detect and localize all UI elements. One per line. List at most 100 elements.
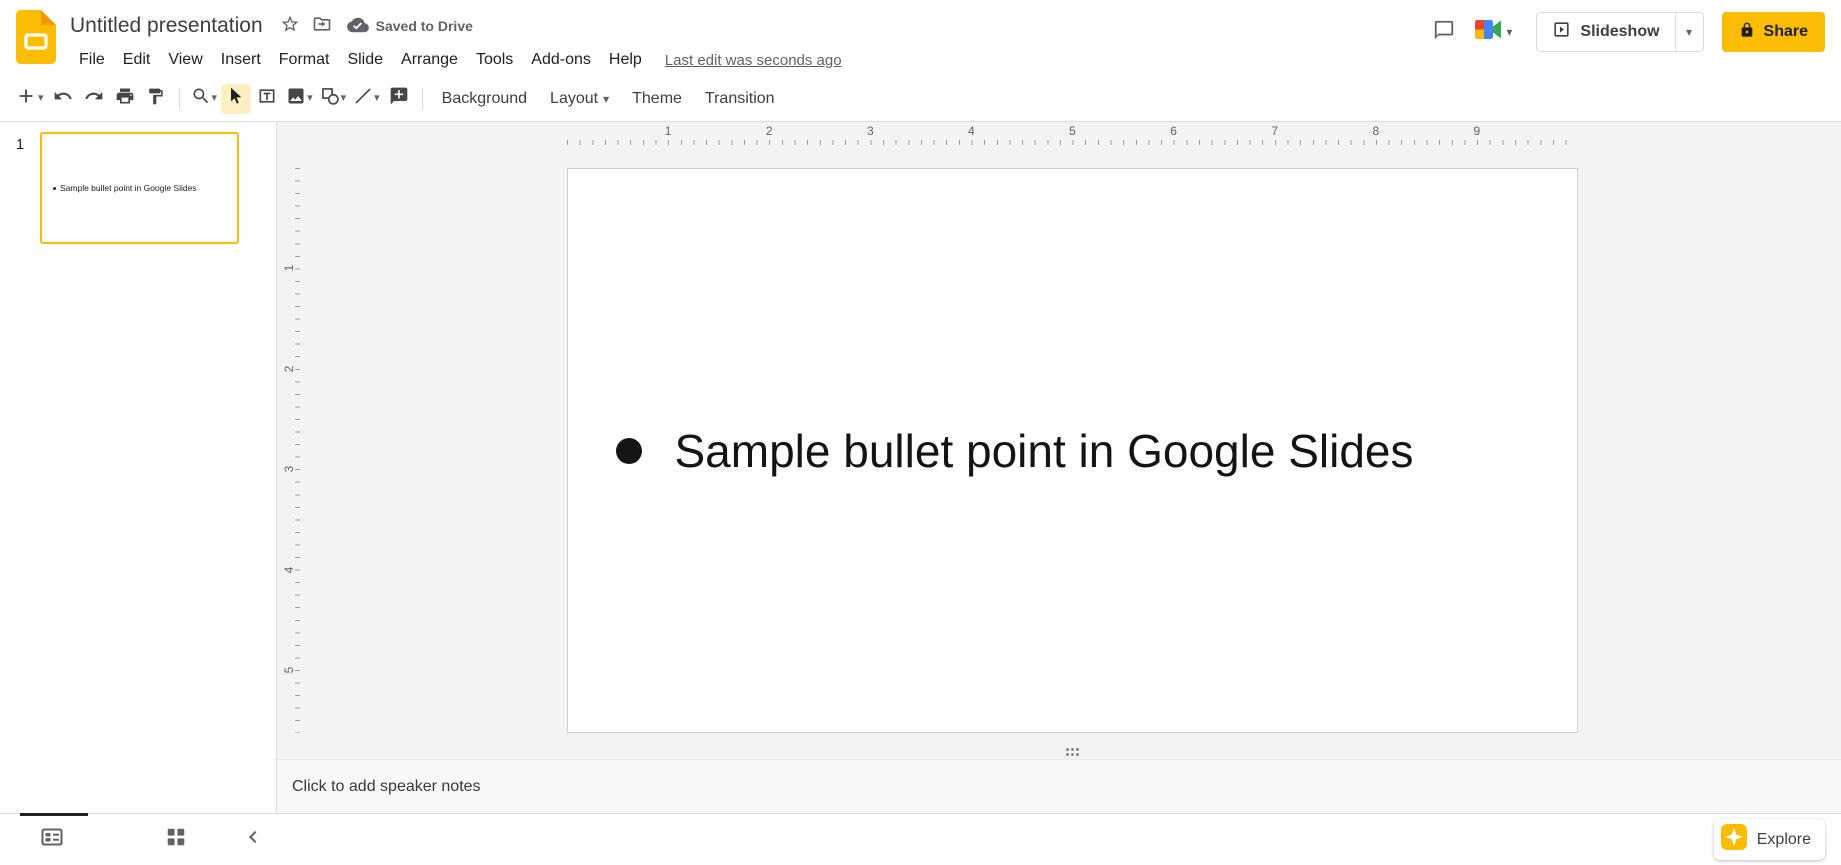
ruler-mark: 3 <box>281 465 296 473</box>
slideshow-icon <box>1552 20 1571 44</box>
header-main: Untitled presentation Saved to Drive Fil… <box>70 8 1429 76</box>
header: Untitled presentation Saved to Drive Fil… <box>0 0 1841 76</box>
chevron-down-icon: ▾ <box>603 91 610 106</box>
slide-thumbnail[interactable]: Sample bullet point in Google Slides <box>40 132 239 244</box>
transition-button[interactable]: Transition <box>694 84 786 114</box>
menu-edit[interactable]: Edit <box>114 48 160 72</box>
star-button[interactable] <box>275 11 305 41</box>
cursor-icon <box>226 86 246 111</box>
slideshow-label: Slideshow <box>1580 23 1660 40</box>
active-view-indicator <box>20 813 88 816</box>
chevron-left-icon <box>241 825 265 854</box>
insert-shape-button[interactable]: ▾ <box>317 84 350 114</box>
speaker-notes-input[interactable]: Click to add speaker notes <box>277 759 1841 813</box>
slide[interactable]: Sample bullet point in Google Slides <box>566 168 1578 733</box>
saved-status[interactable]: Saved to Drive <box>346 16 473 37</box>
menu-format[interactable]: Format <box>270 48 339 72</box>
ruler-mark: 8 <box>1372 124 1380 138</box>
text-box-button[interactable] <box>252 84 282 114</box>
comments-button[interactable] <box>1429 17 1459 47</box>
google-slides-app: Untitled presentation Saved to Drive Fil… <box>0 0 1841 865</box>
slideshow-dropdown-button[interactable]: ▾ <box>1675 12 1704 52</box>
menu-addons[interactable]: Add-ons <box>522 48 600 72</box>
thumbnail-content: Sample bullet point in Google Slides <box>42 183 197 193</box>
toolbar: ▾ ▾ ▾ ▾ ▾ Background Layout ▾ Theme Tran… <box>0 76 1841 122</box>
ruler-mark: 9 <box>1473 124 1481 138</box>
filmstrip-panel: 1 Sample bullet point in Google Slides <box>0 122 277 813</box>
bottom-bar: Explore <box>0 813 1841 865</box>
meet-button[interactable]: ▾ <box>1469 15 1518 49</box>
menu-view[interactable]: View <box>159 48 211 72</box>
share-button[interactable]: Share <box>1721 12 1825 52</box>
chevron-down-icon: ▾ <box>374 92 380 104</box>
last-edit-link[interactable]: Last edit was seconds ago <box>665 52 842 69</box>
meet-icon <box>1475 19 1502 45</box>
slideshow-button[interactable]: Slideshow <box>1536 12 1676 52</box>
zoom-button[interactable]: ▾ <box>188 84 221 114</box>
header-right: ▾ Slideshow ▾ Share <box>1429 8 1825 56</box>
horizontal-ruler-scale: 1 2 3 4 5 6 7 8 9 <box>567 122 1578 148</box>
chevron-down-icon: ▾ <box>340 92 347 104</box>
undo-button[interactable] <box>48 84 78 114</box>
transition-label: Transition <box>704 89 775 107</box>
move-button[interactable] <box>307 11 337 41</box>
print-icon <box>115 86 135 111</box>
insert-line-button[interactable]: ▾ <box>350 84 383 114</box>
plus-icon <box>15 85 37 112</box>
filmstrip-view-button[interactable] <box>32 820 72 860</box>
chevron-down-icon: ▾ <box>1506 25 1513 39</box>
editor-main: 1 2 3 4 5 6 7 8 9 1 2 3 4 5 Sample bulle… <box>277 122 1841 813</box>
paint-roller-icon <box>146 87 165 111</box>
slideshow-split-button: Slideshow ▾ <box>1536 12 1704 52</box>
canvas-row: 1 2 3 4 5 Sample bullet point in Google … <box>277 148 1841 759</box>
menu-slide[interactable]: Slide <box>338 48 392 72</box>
menu-insert[interactable]: Insert <box>212 48 270 72</box>
cloud-check-icon <box>346 16 369 37</box>
explore-icon <box>1720 824 1747 855</box>
explore-button[interactable]: Explore <box>1713 819 1825 860</box>
select-tool-button[interactable] <box>221 83 252 114</box>
bullet-text-box[interactable]: Sample bullet point in Google Slides <box>568 424 1414 478</box>
shape-icon <box>320 86 340 111</box>
ruler-mark: 6 <box>1170 124 1177 138</box>
redo-button[interactable] <box>79 84 109 114</box>
menu-file[interactable]: File <box>70 48 114 72</box>
theme-label: Theme <box>632 89 682 107</box>
background-button[interactable]: Background <box>431 84 538 114</box>
ruler-mark: 1 <box>664 124 672 138</box>
theme-button[interactable]: Theme <box>621 84 693 114</box>
print-button[interactable] <box>110 84 140 114</box>
bullet-icon <box>615 437 642 464</box>
new-slide-button[interactable]: ▾ <box>12 84 47 114</box>
horizontal-ruler: 1 2 3 4 5 6 7 8 9 <box>277 122 1841 148</box>
insert-image-button[interactable]: ▾ <box>283 84 316 114</box>
ruler-mark: 7 <box>1271 124 1279 138</box>
saved-status-label: Saved to Drive <box>375 18 473 34</box>
presentation-title[interactable]: Untitled presentation <box>70 14 263 38</box>
grid-view-button[interactable] <box>156 820 196 860</box>
chevron-down-icon: ▾ <box>1686 25 1693 39</box>
notes-resize-handle[interactable] <box>1065 748 1079 756</box>
toolbar-separator <box>421 87 423 110</box>
menu-help[interactable]: Help <box>600 48 651 72</box>
menu-bar: File Edit View Insert Format Slide Arran… <box>70 44 1429 76</box>
paint-format-button[interactable] <box>141 84 171 114</box>
menu-arrange[interactable]: Arrange <box>392 48 467 72</box>
comment-icon <box>1433 19 1455 46</box>
explore-label: Explore <box>1756 830 1811 848</box>
title-row: Untitled presentation Saved to Drive <box>70 8 1429 44</box>
vertical-ruler-scale: 1 2 3 4 5 <box>277 168 303 733</box>
ruler-mark: 5 <box>1069 124 1076 138</box>
layout-label: Layout <box>550 89 599 107</box>
menu-tools[interactable]: Tools <box>467 48 522 72</box>
thumbnail-row: 1 Sample bullet point in Google Slides <box>0 132 276 244</box>
chevron-down-icon: ▾ <box>211 92 218 104</box>
layout-button[interactable]: Layout ▾ <box>539 84 620 114</box>
collapse-filmstrip-button[interactable] <box>233 820 273 860</box>
insert-comment-button[interactable] <box>384 84 414 114</box>
slide-canvas[interactable]: Sample bullet point in Google Slides <box>303 148 1841 759</box>
toolbar-separator <box>178 87 180 110</box>
text-box-icon <box>257 86 277 111</box>
redo-icon <box>84 86 104 111</box>
slides-logo-icon[interactable] <box>16 8 58 69</box>
